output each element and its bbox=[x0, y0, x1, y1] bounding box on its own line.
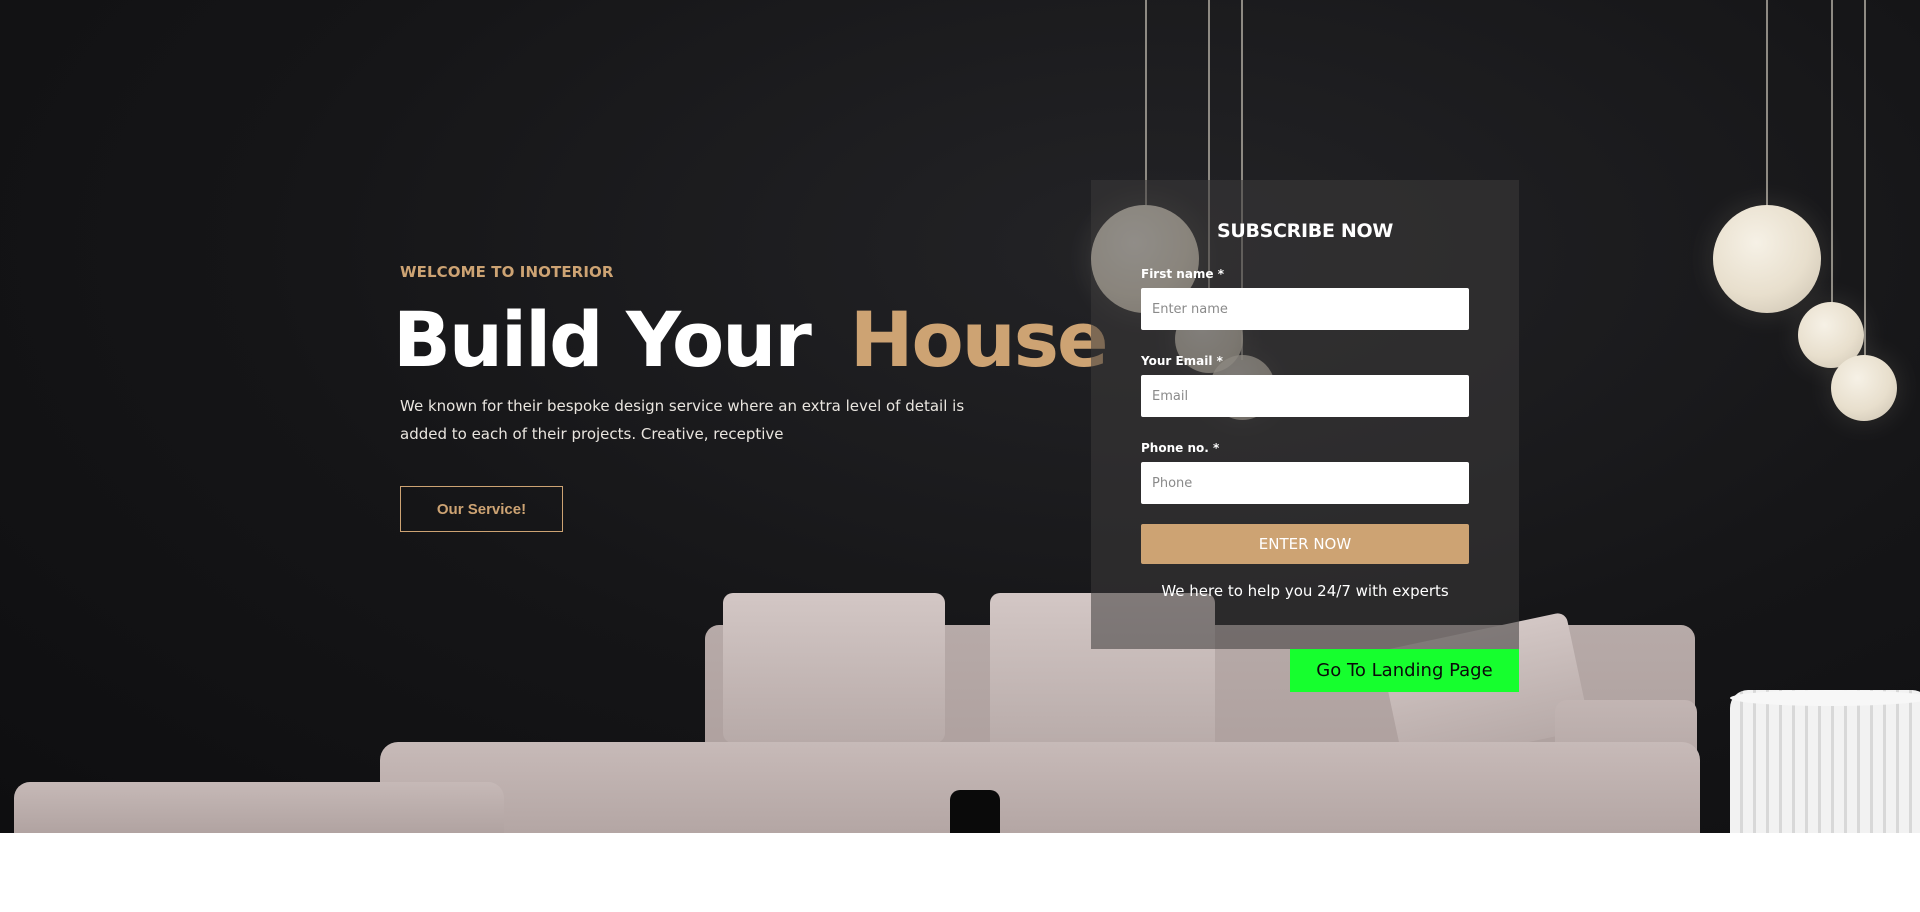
email-label: Your Email * bbox=[1141, 354, 1223, 368]
lamp-globe bbox=[1713, 205, 1821, 313]
side-table bbox=[1730, 690, 1920, 833]
subscribe-form: SUBSCRIBE NOW First name * Your Email * … bbox=[1091, 180, 1519, 649]
phone-input[interactable] bbox=[1141, 462, 1469, 504]
enter-now-button[interactable]: ENTER NOW bbox=[1141, 524, 1469, 564]
help-text: We here to help you 24/7 with experts bbox=[1161, 582, 1449, 600]
decor-bottle bbox=[950, 790, 1000, 833]
phone-label: Phone no. * bbox=[1141, 441, 1220, 455]
hero-headline: Build Your House bbox=[393, 292, 1109, 388]
hero-eyebrow: WELCOME TO INOTERIOR bbox=[400, 263, 614, 281]
lamp-cord bbox=[1831, 0, 1833, 305]
side-table-top bbox=[1730, 690, 1920, 706]
first-name-label: First name * bbox=[1141, 267, 1225, 281]
sofa-seat bbox=[380, 742, 1700, 833]
form-title: SUBSCRIBE NOW bbox=[1216, 220, 1394, 242]
hero-section: WELCOME TO INOTERIOR Build Your House We … bbox=[0, 0, 1920, 833]
lamp-cord bbox=[1145, 0, 1147, 210]
headline-accent-text: House bbox=[849, 295, 1109, 384]
lamp-cord bbox=[1766, 0, 1768, 210]
sofa-cushion bbox=[723, 593, 945, 743]
email-input[interactable] bbox=[1141, 375, 1469, 417]
lamp-cord bbox=[1864, 0, 1866, 360]
first-name-input[interactable] bbox=[1141, 288, 1469, 330]
lamp-globe bbox=[1831, 355, 1897, 421]
sofa-ottoman bbox=[14, 782, 504, 833]
hero-description: We known for their bespoke design servic… bbox=[400, 397, 965, 443]
our-service-button[interactable]: Our Service! bbox=[400, 486, 563, 532]
go-to-landing-page-button[interactable]: Go To Landing Page bbox=[1290, 649, 1519, 692]
headline-text: Build Your bbox=[393, 295, 812, 384]
